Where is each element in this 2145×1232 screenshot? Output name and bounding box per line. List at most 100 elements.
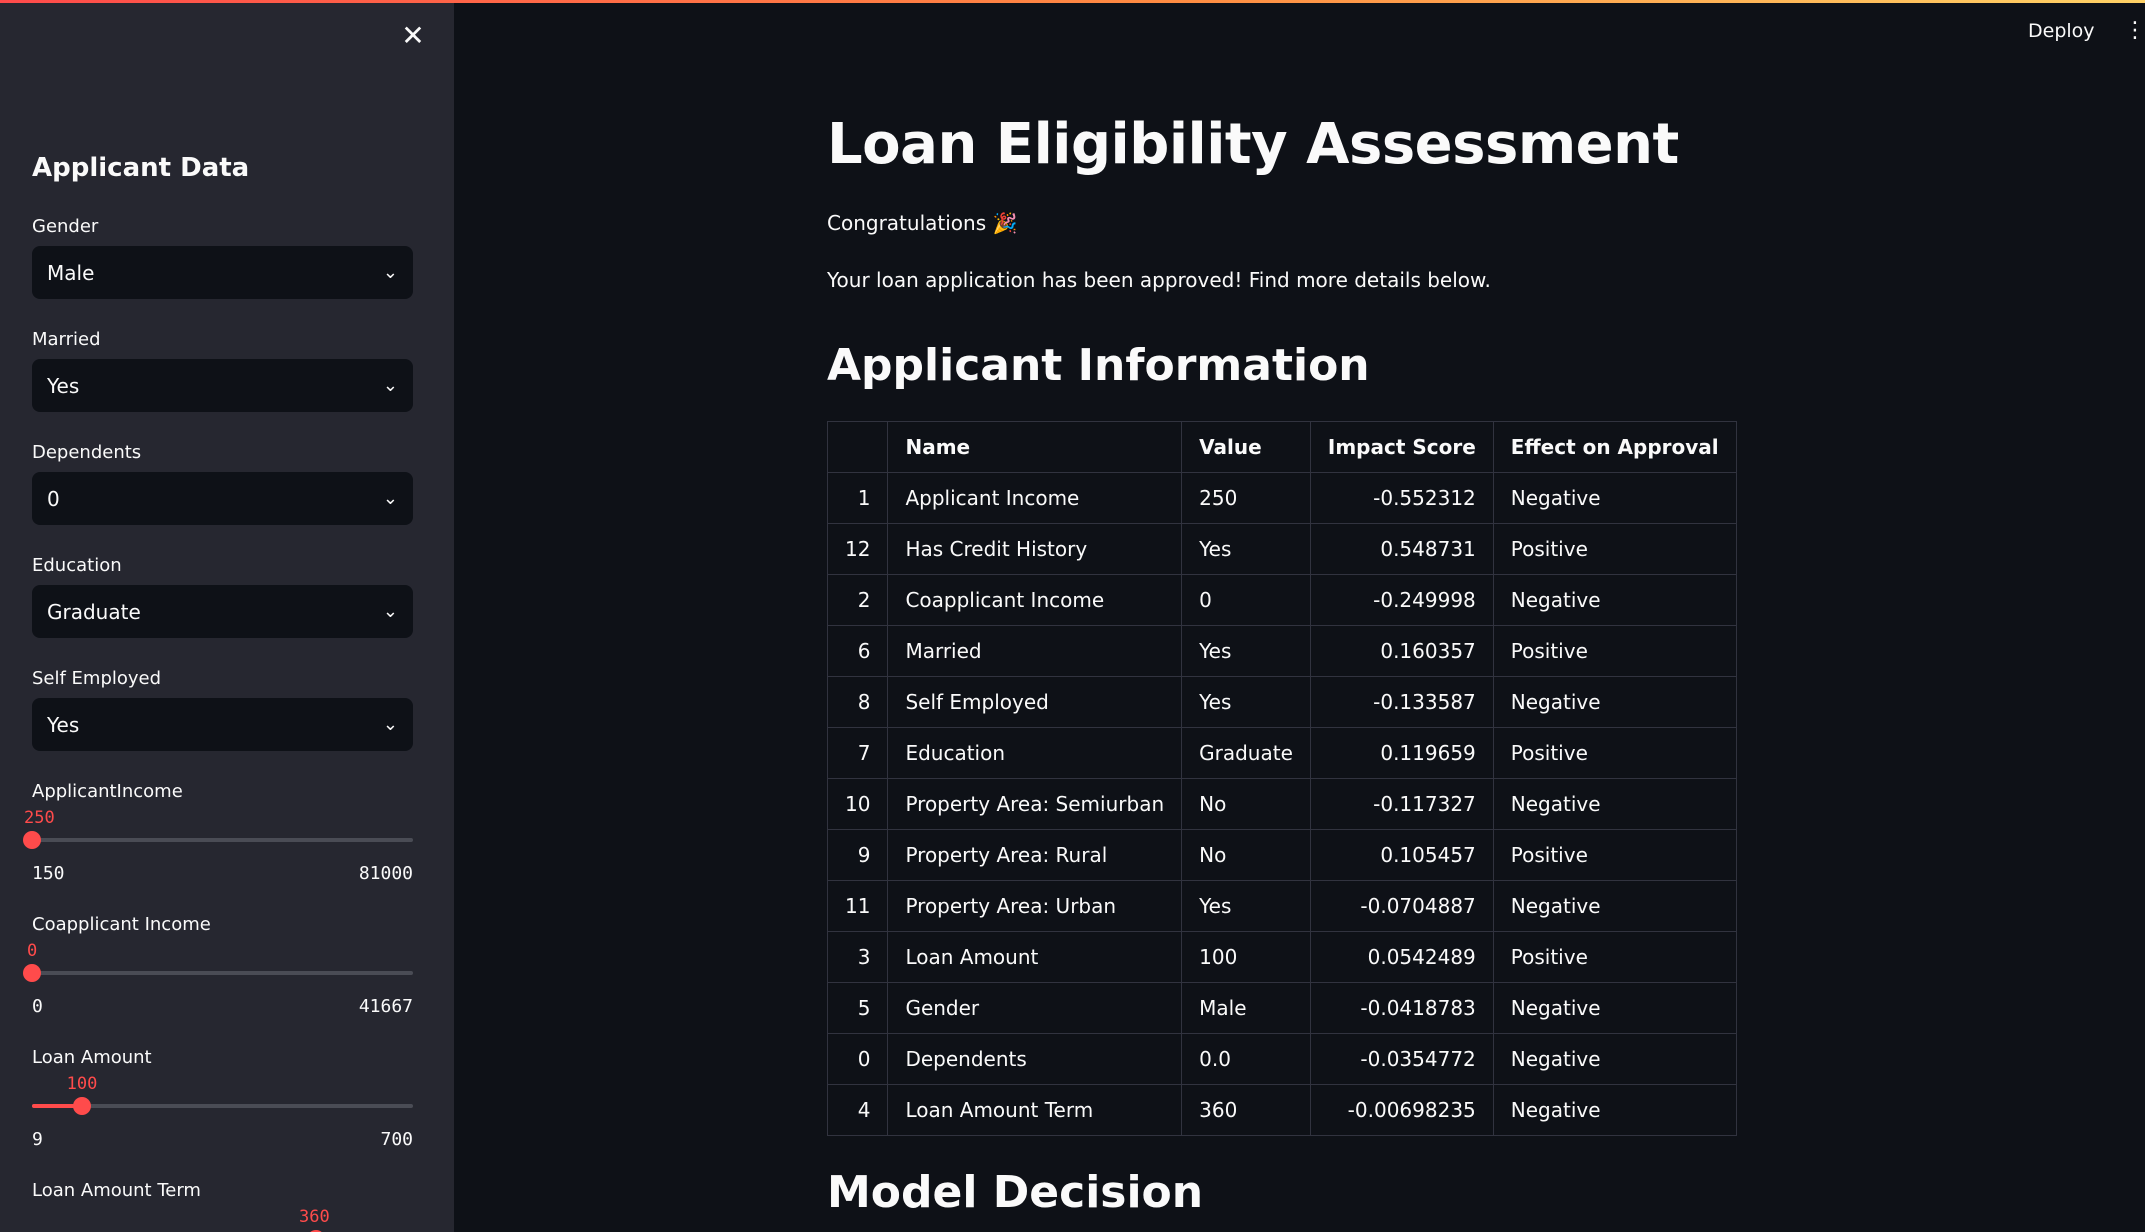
loan-amount-max: 700 <box>380 1129 413 1150</box>
row-index: 3 <box>826 931 889 983</box>
column-header-impact-score[interactable]: Impact Score <box>1309 421 1494 473</box>
applicant-income-min: 150 <box>32 863 65 884</box>
name-cell: Coapplicant Income <box>887 574 1183 626</box>
column-header-effect[interactable]: Effect on Approval <box>1492 421 1737 473</box>
dependents-select[interactable]: 0 ⌄ <box>32 472 413 525</box>
table-row: 5 Gender Male -0.0418783 Negative <box>826 982 1737 1034</box>
row-index: 4 <box>826 1084 889 1136</box>
loan-amount-slider[interactable] <box>32 1097 413 1115</box>
deploy-button[interactable]: Deploy <box>2028 20 2095 42</box>
effect-cell: Negative <box>1492 1084 1737 1136</box>
applicant-income-max: 81000 <box>358 863 413 884</box>
effect-cell: Negative <box>1492 1033 1737 1085</box>
loan-amount-value: 100 <box>66 1074 98 1094</box>
row-index: 6 <box>826 625 889 677</box>
row-index: 10 <box>826 778 889 830</box>
chevron-down-icon: ⌄ <box>382 375 398 396</box>
coapplicant-income-label: Coapplicant Income <box>32 914 211 935</box>
self-employed-select[interactable]: Yes ⌄ <box>32 698 413 751</box>
table-row: 10 Property Area: Semiurban No -0.117327 Neg… <box>826 778 1737 830</box>
chevron-down-icon: ⌄ <box>382 262 398 283</box>
value-cell: Yes <box>1181 625 1311 677</box>
name-cell: Education <box>887 727 1183 779</box>
column-header-name[interactable]: Name <box>887 421 1183 473</box>
impact-score-cell: -0.0354772 <box>1309 1033 1494 1085</box>
loan-amount-term-label: Loan Amount Term <box>32 1180 201 1201</box>
row-index: 1 <box>826 472 889 524</box>
sidebar: ✕ Applicant Data Gender Male ⌄ Married Y… <box>0 3 454 1232</box>
table-row: 7 Education Graduate 0.119659 Positive <box>826 727 1737 779</box>
column-header-value[interactable]: Value <box>1181 421 1311 473</box>
impact-score-cell: 0.160357 <box>1309 625 1494 677</box>
effect-cell: Positive <box>1492 829 1737 881</box>
column-header-index[interactable] <box>826 421 889 473</box>
row-index: 7 <box>826 727 889 779</box>
impact-score-cell: -0.133587 <box>1309 676 1494 728</box>
table-row: 6 Married Yes 0.160357 Positive <box>826 625 1737 677</box>
effect-cell: Positive <box>1492 625 1737 677</box>
table-row: 2 Coapplicant Income 0 -0.249998 Negative <box>826 574 1737 626</box>
row-index: 5 <box>826 982 889 1034</box>
row-index: 9 <box>826 829 889 881</box>
value-cell: 0 <box>1181 574 1311 626</box>
table-row: 0 Dependents 0.0 -0.0354772 Negative <box>826 1033 1737 1085</box>
effect-cell: Negative <box>1492 676 1737 728</box>
sidebar-title: Applicant Data <box>32 153 250 183</box>
name-cell: Dependents <box>887 1033 1183 1085</box>
coapplicant-income-slider[interactable] <box>23 964 413 982</box>
married-select[interactable]: Yes ⌄ <box>32 359 413 412</box>
value-cell: Yes <box>1181 523 1311 575</box>
impact-score-cell: 0.105457 <box>1309 829 1494 881</box>
table-row: 9 Property Area: Rural No 0.105457 Positive <box>826 829 1737 881</box>
dependents-label: Dependents <box>32 442 142 463</box>
table-row: 1 Applicant Income 250 -0.552312 Negative <box>826 472 1737 524</box>
effect-cell: Negative <box>1492 880 1737 932</box>
name-cell: Self Employed <box>887 676 1183 728</box>
impact-score-cell: -0.0418783 <box>1309 982 1494 1034</box>
value-cell: 0.0 <box>1181 1033 1311 1085</box>
table-row: 11 Property Area: Urban Yes -0.0704887 Negat… <box>826 880 1737 932</box>
slider-thumb[interactable] <box>23 831 42 849</box>
name-cell: Loan Amount <box>887 931 1183 983</box>
impact-score-cell: -0.249998 <box>1309 574 1494 626</box>
impact-score-cell: 0.548731 <box>1309 523 1494 575</box>
applicant-income-slider[interactable] <box>23 831 413 849</box>
impact-score-cell: 0.0542489 <box>1309 931 1494 983</box>
impact-score-cell: 0.119659 <box>1309 727 1494 779</box>
chevron-down-icon: ⌄ <box>382 714 398 735</box>
gender-select[interactable]: Male ⌄ <box>32 246 413 299</box>
row-index: 2 <box>826 574 889 626</box>
effect-cell: Positive <box>1492 523 1737 575</box>
table-body: 1 Applicant Income 250 -0.552312 Negative 1 2 H… <box>826 472 1737 1136</box>
approval-message: Your loan application has been approved!… <box>827 268 1491 292</box>
name-cell: Loan Amount Term <box>887 1084 1183 1136</box>
effect-cell: Positive <box>1492 727 1737 779</box>
table-row: 4 Loan Amount Term 360 -0.00698235 Negative <box>826 1084 1737 1136</box>
coapplicant-income-min: 0 <box>32 996 43 1017</box>
row-index: 0 <box>826 1033 889 1085</box>
value-cell: Yes <box>1181 676 1311 728</box>
value-cell: Male <box>1181 982 1311 1034</box>
married-label: Married <box>32 329 101 350</box>
gender-label: Gender <box>32 216 99 237</box>
row-index: 8 <box>826 676 889 728</box>
section-applicant-information: Applicant Information <box>827 340 1370 391</box>
name-cell: Has Credit History <box>887 523 1183 575</box>
value-cell: 250 <box>1181 472 1311 524</box>
effect-cell: Negative <box>1492 982 1737 1034</box>
slider-thumb[interactable] <box>73 1097 92 1115</box>
close-icon[interactable]: ✕ <box>398 21 428 51</box>
effect-cell: Negative <box>1492 574 1737 626</box>
value-cell: No <box>1181 829 1311 881</box>
coapplicant-income-value: 0 <box>27 941 38 961</box>
more-menu-icon[interactable]: ⋮ <box>2124 20 2145 42</box>
impact-score-cell: -0.117327 <box>1309 778 1494 830</box>
loan-amount-min: 9 <box>32 1129 43 1150</box>
education-select[interactable]: Graduate ⌄ <box>32 585 413 638</box>
value-cell: Graduate <box>1181 727 1311 779</box>
name-cell: Applicant Income <box>887 472 1183 524</box>
slider-thumb[interactable] <box>23 964 41 982</box>
self-employed-label: Self Employed <box>32 668 162 689</box>
loan-amount-label: Loan Amount <box>32 1047 152 1068</box>
gender-value: Male <box>47 260 95 285</box>
